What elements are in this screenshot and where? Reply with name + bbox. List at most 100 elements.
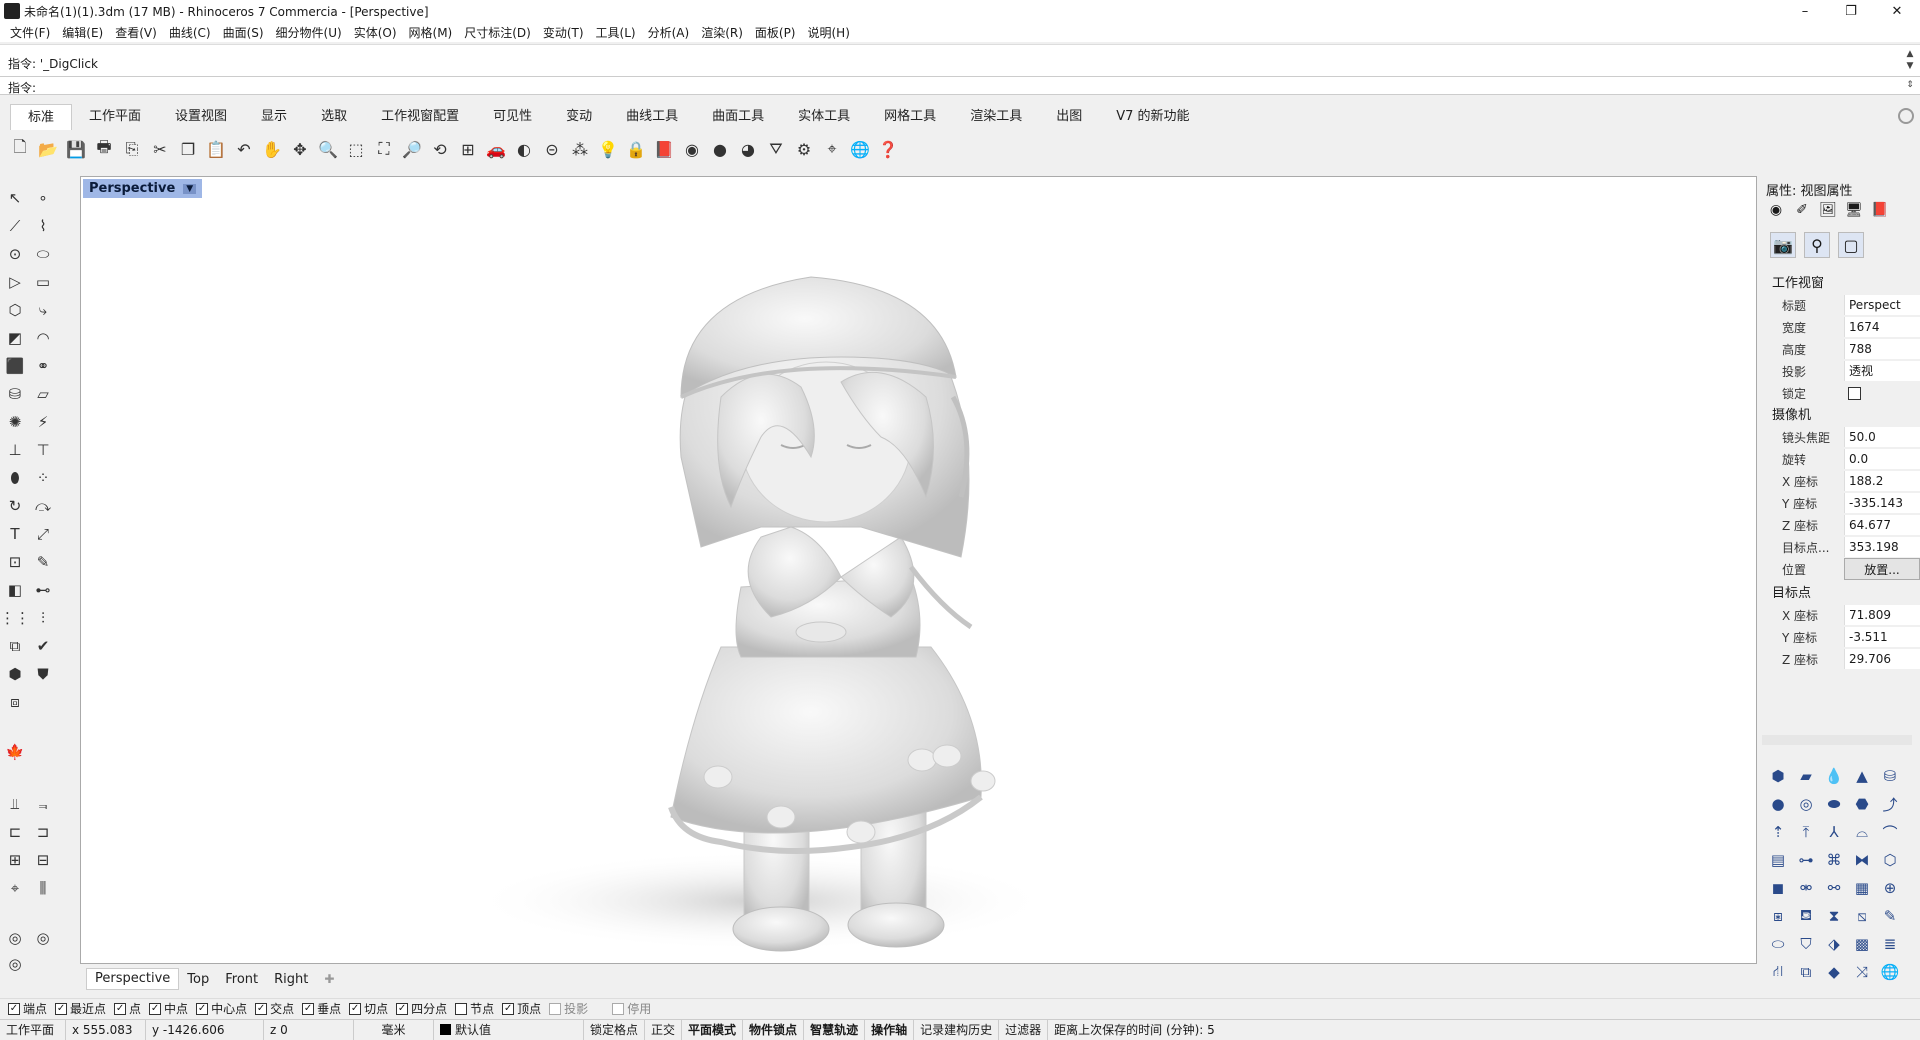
text-icon[interactable]: T [3, 522, 27, 546]
command-input[interactable] [40, 78, 1890, 94]
tab-new-in-v7[interactable]: V7 的新功能 [1099, 104, 1206, 130]
offset-surface-icon[interactable]: ⌘ [1822, 848, 1846, 872]
distribute-icon[interactable]: ⫬ [31, 792, 55, 816]
fillet-edge-icon[interactable]: ⬮ [3, 466, 27, 490]
block-icon[interactable]: ◧ [3, 578, 27, 602]
menu-curve[interactable]: 曲线(C) [163, 24, 217, 41]
osnap-tangent-checkbox[interactable]: ✓ [349, 1002, 362, 1015]
osnap-intersection-checkbox[interactable]: ✓ [255, 1002, 268, 1015]
zoom-window-icon[interactable]: ⬚ [344, 137, 368, 161]
osnap-mid[interactable]: ✓ 中点 [149, 1000, 188, 1017]
menu-file[interactable]: 文件(F) [4, 24, 56, 41]
projection-field[interactable]: 透视 [1844, 361, 1920, 381]
osnap-point[interactable]: ✓ 点 [114, 1000, 141, 1017]
tab-set-view[interactable]: 设置视图 [158, 104, 244, 130]
layer-book-icon[interactable]: 📕 [652, 137, 676, 161]
cut-icon[interactable]: ✂ [148, 137, 172, 161]
solid-box-icon[interactable]: ⬢ [1766, 764, 1790, 788]
solid-slab-icon[interactable]: ▰ [1794, 764, 1818, 788]
osnap-tangent[interactable]: ✓ 切点 [349, 1000, 388, 1017]
menu-panels[interactable]: 面板(P) [749, 24, 802, 41]
lock-icon[interactable]: 🔒 [624, 137, 648, 161]
osnap-disable-checkbox[interactable] [612, 1002, 625, 1015]
image-tab-icon[interactable]: 🖼 [1818, 200, 1838, 220]
menu-edit[interactable]: 编辑(E) [56, 24, 109, 41]
grasshopper-leaf-icon[interactable]: 🍁 [3, 740, 27, 764]
menu-solid[interactable]: 实体(O) [348, 24, 403, 41]
loft-icon[interactable]: ◠ [31, 326, 55, 350]
rectangle-icon[interactable]: ▭ [31, 270, 55, 294]
osnap-vertex[interactable]: ✓ 顶点 [502, 1000, 541, 1017]
menu-transform[interactable]: 变动(T) [537, 24, 590, 41]
width-field[interactable]: 1674 [1844, 317, 1920, 337]
copy-to-clipboard-icon[interactable]: ⎘ [120, 137, 144, 161]
helix-solid-icon[interactable]: ⧗ [1822, 904, 1846, 928]
target-y-field[interactable]: -3.511 [1844, 627, 1920, 647]
undo-icon[interactable]: ↶ [232, 137, 256, 161]
point-icon[interactable]: ∘ [31, 186, 55, 210]
zoom-extents-icon[interactable]: ⛶ [372, 137, 396, 161]
fillet-curve-icon[interactable]: ⤷ [31, 298, 55, 322]
status-ortho[interactable]: 正交 [645, 1019, 683, 1040]
status-units[interactable]: 毫米 [354, 1019, 434, 1040]
open-file-icon[interactable]: 📂 [36, 137, 60, 161]
layers-tab-icon[interactable]: 📕 [1870, 200, 1890, 220]
sphere-icon[interactable]: ● [1766, 792, 1790, 816]
viewport-tab-right[interactable]: Right [266, 972, 316, 987]
surface-edit-icon[interactable]: ⧅ [1850, 904, 1874, 928]
select-points-icon[interactable]: ⁂ [568, 137, 592, 161]
height-field[interactable]: 788 [1844, 339, 1920, 359]
toolbar-settings-gear-icon[interactable] [1898, 108, 1914, 124]
circle-icon[interactable]: ⊙ [3, 242, 27, 266]
rotate-view-icon[interactable]: ⟲ [428, 137, 452, 161]
bend-icon[interactable]: ⤼ [31, 494, 55, 518]
blocks-icon[interactable]: ⧉ [1794, 960, 1818, 984]
plugin-a-icon[interactable]: ◎ [3, 926, 27, 950]
minimize-button[interactable]: – [1782, 0, 1828, 22]
frame-properties-icon[interactable]: ▢ [1838, 232, 1864, 258]
snap-target-icon[interactable]: ⌖ [3, 876, 27, 900]
check-icon[interactable]: ✔ [31, 634, 55, 658]
plugin-b-icon[interactable]: ◎ [31, 926, 55, 950]
menu-view[interactable]: 查看(V) [109, 24, 163, 41]
plane-icon[interactable]: ⬭ [1766, 932, 1790, 956]
paint-bucket-icon[interactable]: ⛊ [31, 662, 55, 686]
camera-z-field[interactable]: 64.677 [1844, 515, 1920, 535]
properties-horizontal-scrollbar[interactable] [1762, 735, 1912, 745]
viewport-title-label[interactable]: Perspective ▼ [83, 179, 203, 198]
align-vertical-icon[interactable]: ⊟ [31, 848, 55, 872]
edit-points-icon[interactable]: ✎ [31, 550, 55, 574]
extend-icon[interactable]: ⊤ [31, 438, 55, 462]
new-file-icon[interactable]: 🗋 [8, 137, 32, 161]
cylinder-icon[interactable]: ⛁ [3, 382, 27, 406]
camera-y-field[interactable]: -335.143 [1844, 493, 1920, 513]
osnap-intersection[interactable]: ✓ 交点 [255, 1000, 294, 1017]
filter-icon[interactable]: ⛛ [764, 137, 788, 161]
chamfer-icon[interactable]: ⚯ [1822, 876, 1846, 900]
menu-subd[interactable]: 细分物件(U) [270, 24, 348, 41]
light-bulb-icon[interactable]: 💡 [596, 137, 620, 161]
join-icon[interactable]: ⁘ [31, 466, 55, 490]
command-scroll-icon[interactable]: ⇕ [1904, 80, 1916, 92]
pan-hand-icon[interactable]: ✋ [260, 137, 284, 161]
camera-properties-icon[interactable]: 📷 [1770, 232, 1796, 258]
osnap-near[interactable]: ✓ 最近点 [55, 1000, 106, 1017]
maximize-button[interactable]: ❐ [1828, 0, 1874, 22]
viewport-tab-top[interactable]: Top [179, 972, 217, 987]
group-icon[interactable]: ⊡ [3, 550, 27, 574]
menu-dimension[interactable]: 尺寸标注(D) [458, 24, 537, 41]
rhino-sphere-icon[interactable]: 🌐 [848, 137, 872, 161]
sweep-icon[interactable]: ⌒ [1878, 820, 1902, 844]
fillet-solid-icon[interactable]: ⚮ [1794, 876, 1818, 900]
tab-curve-tools[interactable]: 曲线工具 [609, 104, 695, 130]
layer-icon[interactable]: ⧉ [3, 634, 27, 658]
menu-render[interactable]: 渲染(R) [695, 24, 749, 41]
osnap-point-checkbox[interactable]: ✓ [114, 1002, 127, 1015]
align-center-icon[interactable]: ⊞ [3, 848, 27, 872]
polygon-icon[interactable]: ⬡ [3, 298, 27, 322]
lens-length-field[interactable]: 50.0 [1844, 427, 1920, 447]
osnap-project[interactable]: 投影 [549, 1000, 588, 1017]
osnap-knot-checkbox[interactable] [455, 1002, 468, 1015]
align-left-icon[interactable]: ⊏ [3, 820, 27, 844]
gumball-icon[interactable]: ⧈ [3, 690, 27, 714]
